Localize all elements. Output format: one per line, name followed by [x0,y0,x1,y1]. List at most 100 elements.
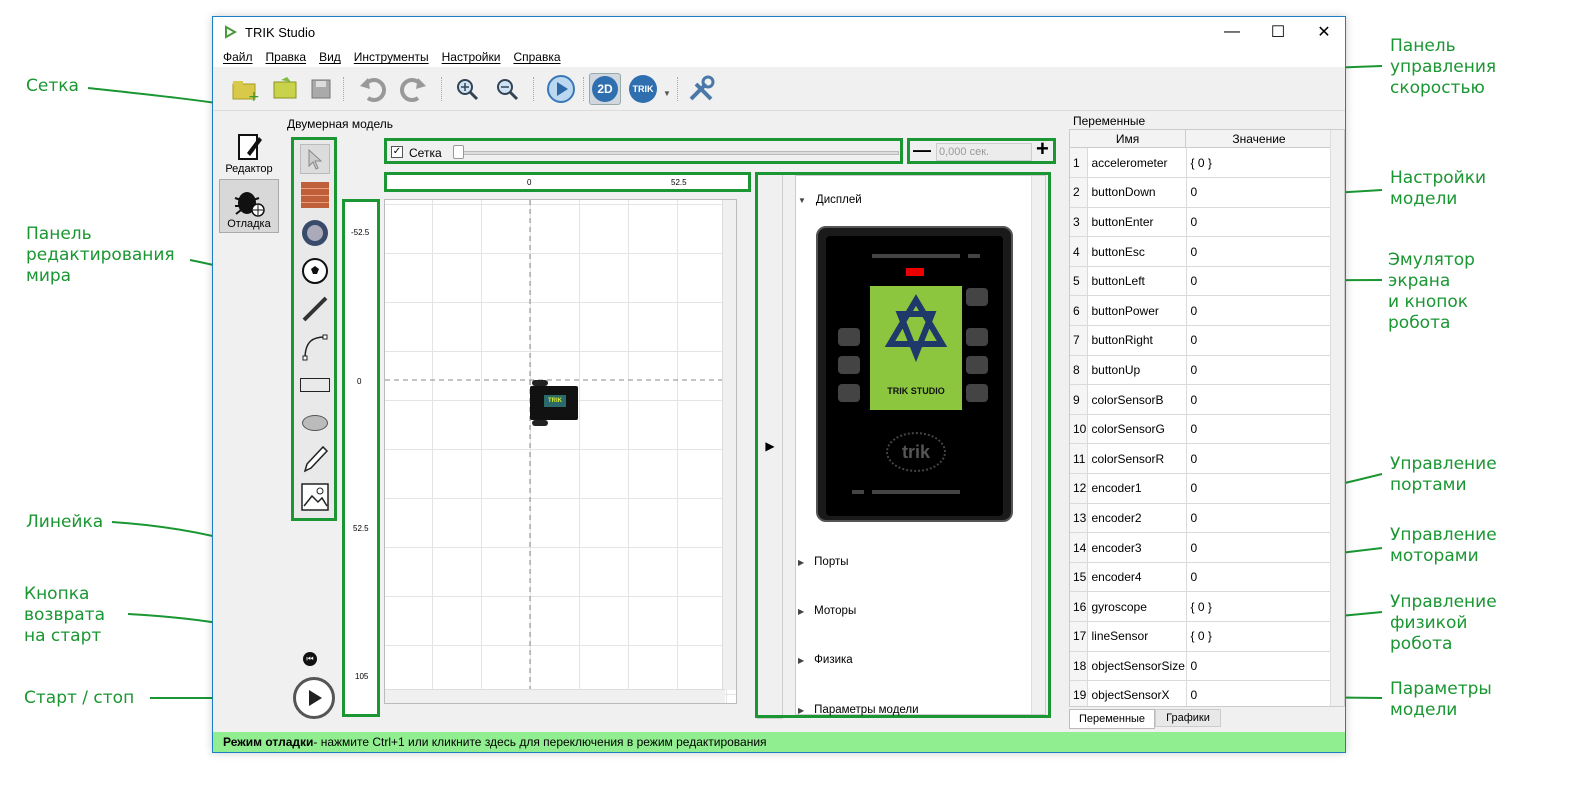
scene-vscrollbar[interactable] [722,200,736,690]
save-icon[interactable] [305,73,337,105]
return-to-start-button[interactable]: ⏮ [303,652,317,666]
settings-scrollbar[interactable] [1031,176,1045,714]
table-row[interactable]: 2 buttonDown 0 [1070,177,1344,208]
debug-mode-button[interactable]: Отладка [219,179,279,233]
speed-minus-button[interactable]: — [913,141,931,161]
col-header-name[interactable]: Имя [1070,130,1186,147]
annotation-physics: Управление физикой робота [1390,592,1497,654]
robot-settings-icon[interactable] [685,73,717,105]
motors-section[interactable]: ▶ Моторы [798,605,856,617]
menu-help[interactable]: Справка [513,50,560,64]
table-row[interactable]: 17 lineSensor{ 0 } [1070,621,1344,652]
annotation-model-settings: Настройки модели [1390,168,1487,209]
scene-hscrollbar[interactable] [385,689,725,703]
ball-tool[interactable] [300,256,330,286]
new-project-icon[interactable]: + [229,73,261,105]
menu-view[interactable]: Вид [319,50,341,64]
zoom-out-icon[interactable] [491,73,523,105]
start-stop-button[interactable] [293,677,335,719]
robot-down-button[interactable] [838,384,860,402]
editor-mode-button[interactable]: Редактор [219,123,279,177]
row-number: 5 [1070,266,1088,297]
table-row[interactable]: 1 accelerometer{ 0 } [1070,148,1344,179]
chevron-down-icon[interactable]: ▼ [663,89,671,98]
menu-file[interactable]: Файл [223,50,253,64]
table-row[interactable]: 11 colorSensorR 0 [1070,443,1344,475]
minimize-button[interactable]: — [1209,17,1255,47]
status-bar[interactable]: Режим отладки - нажмите Ctrl+1 или кликн… [213,732,1345,752]
app-window: TRIK Studio — ☐ ✕ Файл Правка Вид Инстру… [212,16,1346,753]
rectangle-tool[interactable] [300,370,330,400]
table-row[interactable]: 19 objectSensorX 0 [1070,680,1344,706]
physics-section[interactable]: ▶ Физика [798,654,853,666]
table-row[interactable]: 7 buttonRight 0 [1070,325,1344,356]
robot-power-button[interactable] [966,288,988,306]
ruler-y-label: 52.5 [353,524,369,533]
robot-up-button[interactable] [838,328,860,346]
col-header-value[interactable]: Значение [1186,130,1332,147]
robot-ok-button[interactable] [966,384,988,402]
pencil-tool[interactable] [300,444,330,474]
variable-value: 0 [1186,236,1344,267]
grid-checkbox[interactable]: ✓ [391,146,403,158]
grid-slider-handle[interactable] [453,145,464,159]
variables-scrollbar[interactable] [1330,130,1344,706]
ports-section[interactable]: ▶ Порты [798,556,849,568]
redo-icon[interactable] [397,73,429,105]
model-params-section[interactable]: ▶ Параметры модели [798,704,919,716]
table-row[interactable]: 14 encoder3 0 [1070,532,1344,563]
speed-plus-button[interactable]: + [1036,138,1054,160]
robot-model[interactable]: TRIK [530,386,578,420]
maximize-button[interactable]: ☐ [1255,17,1301,47]
cursor-icon [308,148,323,170]
annotation-return: Кнопка возврата на старт [24,584,106,646]
variable-value: 0 [1186,295,1344,327]
tab-variables[interactable]: Переменные [1069,709,1155,729]
display-section[interactable]: ▼ Дисплей [798,194,862,206]
table-row[interactable]: 10 colorSensorG 0 [1070,414,1344,445]
table-row[interactable]: 16 gyroscope{ 0 } [1070,591,1344,622]
axes [385,200,734,700]
table-row[interactable]: 6 buttonPower 0 [1070,295,1344,327]
table-row[interactable]: 8 buttonUp 0 [1070,355,1344,386]
world-scene[interactable]: TRIK [384,199,737,704]
zoom-in-icon[interactable] [451,73,483,105]
table-row[interactable]: 4 buttonEsc 0 [1070,236,1344,267]
table-row[interactable]: 15 encoder4 0 [1070,562,1344,593]
table-row[interactable]: 9 colorSensorB 0 [1070,384,1344,415]
close-button[interactable]: ✕ [1301,17,1347,47]
image-tool[interactable] [300,482,330,512]
menu-edit[interactable]: Правка [266,50,307,64]
robot-right-button[interactable] [966,356,988,374]
table-row[interactable]: 3 buttonEnter 0 [1070,207,1344,238]
line-tool[interactable] [300,294,330,324]
open-project-icon[interactable] [269,73,301,105]
trik-robot-button[interactable]: TRIK [627,73,659,105]
run-icon[interactable] [545,73,577,105]
cursor-tool[interactable] [300,144,330,174]
table-row[interactable]: 13 encoder2 0 [1070,503,1344,534]
variable-value: { 0 } [1186,591,1344,622]
variable-name: buttonUp [1087,355,1187,386]
wall-tool[interactable] [300,180,330,210]
mode-2d-button[interactable]: 2D [589,73,621,105]
tab-graphs[interactable]: Графики [1155,709,1221,727]
grid-size-slider[interactable] [453,151,899,155]
robot-esc-button[interactable] [966,328,988,346]
annotation-startstop: Старт / стоп [24,688,135,708]
annotation-ruler: Линейка [26,512,104,532]
undo-icon[interactable] [357,73,389,105]
ellipse-tool[interactable] [300,408,330,438]
speed-value-field[interactable]: 0,000 сек. [936,143,1032,161]
menu-settings[interactable]: Настройки [442,50,501,64]
table-row[interactable]: 5 buttonLeft 0 [1070,266,1344,297]
bezier-tool[interactable] [300,332,330,362]
robot-enter-button[interactable] [838,356,860,374]
variable-name: encoder1 [1087,473,1187,504]
menu-tools[interactable]: Инструменты [354,50,429,64]
table-row[interactable]: 12 encoder1 0 [1070,473,1344,504]
robot-led [906,268,924,276]
table-row[interactable]: 18 objectSensorSize 0 [1070,651,1344,682]
variable-name: colorSensorG [1087,414,1187,445]
skittle-tool[interactable] [300,218,330,248]
